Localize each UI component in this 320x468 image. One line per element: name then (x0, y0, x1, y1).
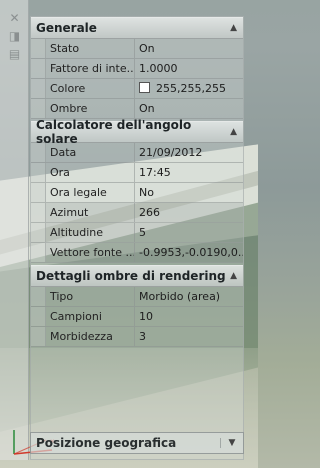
property-label: Ombre (46, 99, 135, 118)
property-row[interactable]: Campioni 10 (31, 307, 243, 327)
property-value[interactable]: Morbido (area) (135, 287, 243, 306)
property-row[interactable]: Ora 17:45 (31, 163, 243, 183)
property-value[interactable]: 10 (135, 307, 243, 326)
property-value[interactable]: No (135, 183, 243, 202)
property-row[interactable]: Morbidezza 3 (31, 327, 243, 347)
property-value[interactable]: 1.0000 (135, 59, 243, 78)
section-title: Calcolatore dell'angolo solare (36, 118, 192, 146)
property-row[interactable]: Azimut 266 (31, 203, 243, 223)
collapse-caret-icon[interactable]: ▲ (230, 271, 237, 281)
property-row[interactable]: Altitudine 5 (31, 223, 243, 243)
property-row[interactable]: Fattore di inte... 1.0000 (31, 59, 243, 79)
property-label: Morbidezza (46, 327, 135, 346)
property-label: Colore (46, 79, 135, 98)
property-value[interactable]: 266 (135, 203, 243, 222)
geographic-location-dropdown[interactable]: Posizione geografica ▼ (30, 432, 244, 454)
color-value: 255,255,255 (156, 82, 226, 95)
section-shadow-details: Dettagli ombre di rendering ▲ Tipo Morbi… (31, 265, 243, 347)
property-label: Vettore fonte ... (46, 243, 135, 262)
property-label: Fattore di inte... (46, 59, 135, 78)
section-header-shadow-details[interactable]: Dettagli ombre di rendering ▲ (31, 265, 243, 287)
property-value[interactable]: On (135, 99, 243, 118)
property-row[interactable]: Vettore fonte ... -0.9953,-0.0190,0.... (31, 243, 243, 263)
property-label: Data (46, 143, 135, 162)
property-value[interactable]: 17:45 (135, 163, 243, 182)
section-generale: Generale ▲ Stato On Fattore di inte... 1… (31, 17, 243, 119)
property-label: Ora legale (46, 183, 135, 202)
collapse-caret-icon[interactable]: ▲ (230, 127, 237, 137)
property-value[interactable]: 5 (135, 223, 243, 242)
property-label: Campioni (46, 307, 135, 326)
properties-icon[interactable]: ▤ (8, 48, 21, 61)
property-value[interactable]: 3 (135, 327, 243, 346)
property-label: Azimut (46, 203, 135, 222)
sun-properties-palette: Generale ▲ Stato On Fattore di inte... 1… (30, 16, 244, 460)
property-row[interactable]: Tipo Morbido (area) (31, 287, 243, 307)
property-row[interactable]: Data 21/09/2012 (31, 143, 243, 163)
autohide-icon[interactable]: ◨ (8, 30, 21, 43)
color-swatch (139, 82, 150, 93)
property-row[interactable]: Ombre On (31, 99, 243, 119)
property-label: Ora (46, 163, 135, 182)
section-header-sun-angle[interactable]: Calcolatore dell'angolo solare ▲ (31, 118, 243, 146)
section-title: Generale (36, 21, 97, 35)
property-row[interactable]: Colore 255,255,255 (31, 79, 243, 99)
property-row[interactable]: Stato On (31, 39, 243, 59)
palette-title-strip[interactable]: ✕ ◨ ▤ (0, 0, 29, 460)
dropdown-label: Posizione geografica (36, 436, 177, 450)
property-value[interactable]: -0.9953,-0.0190,0.... (135, 243, 243, 262)
property-label: Stato (46, 39, 135, 58)
property-value[interactable]: 21/09/2012 (135, 143, 243, 162)
property-value[interactable]: 255,255,255 (135, 79, 243, 98)
property-value[interactable]: On (135, 39, 243, 58)
section-header-generale[interactable]: Generale ▲ (31, 17, 243, 39)
close-icon[interactable]: ✕ (8, 12, 21, 25)
property-label: Altitudine (46, 223, 135, 242)
collapse-caret-icon[interactable]: ▲ (230, 23, 237, 33)
property-label: Tipo (46, 287, 135, 306)
property-row[interactable]: Ora legale No (31, 183, 243, 203)
section-sun-angle-calculator: Calcolatore dell'angolo solare ▲ Data 21… (31, 118, 243, 263)
section-title: Dettagli ombre di rendering (36, 269, 226, 283)
dropdown-arrow-icon[interactable]: ▼ (220, 438, 243, 448)
